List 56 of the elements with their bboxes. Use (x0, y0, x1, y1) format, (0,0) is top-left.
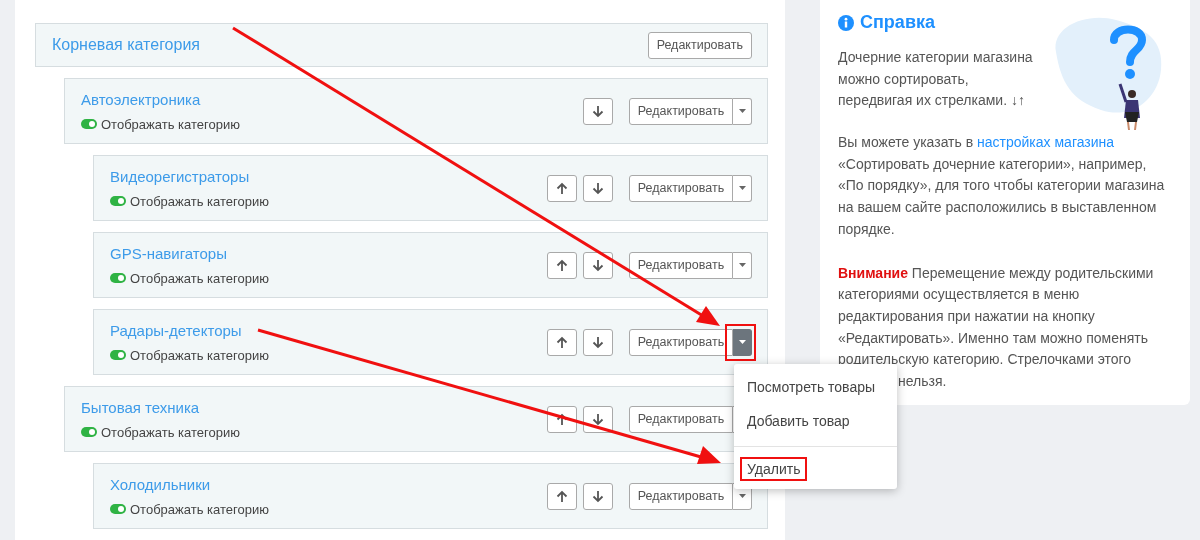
arrow-down-icon (592, 258, 604, 272)
toggle-label: Отображать категорию (130, 347, 269, 363)
edit-button[interactable]: Редактировать (629, 251, 733, 279)
caret-icon (738, 263, 746, 267)
arrow-down-icon (592, 335, 604, 349)
move-up-button[interactable] (547, 482, 577, 510)
visibility-toggle[interactable] (81, 427, 97, 437)
edit-button[interactable]: Редактировать (647, 31, 752, 59)
visibility-toggle[interactable] (110, 350, 126, 360)
menu-item[interactable]: Удалить (740, 456, 808, 481)
edit-button[interactable]: Редактировать (629, 328, 733, 356)
caret-icon (738, 109, 746, 113)
info-icon (838, 14, 854, 31)
caret-icon (738, 340, 746, 344)
move-down-button[interactable] (583, 174, 613, 202)
highlight-frame (725, 323, 756, 361)
arrow-up-icon (556, 335, 568, 349)
edit-button[interactable]: Редактировать (629, 405, 733, 433)
visibility-toggle[interactable] (81, 119, 97, 129)
toggle-label: Отображать категорию (101, 116, 240, 132)
move-up-button[interactable] (547, 251, 577, 279)
caret-icon (738, 186, 746, 190)
arrow-up-icon (556, 258, 568, 272)
toggle-label: Отображать категорию (130, 270, 269, 286)
menu-item[interactable]: Посмотреть товары (740, 371, 883, 402)
arrow-up-icon (556, 489, 568, 503)
toggle-label: Отображать категорию (130, 193, 269, 209)
help-text-fragment: нельзя. (898, 373, 947, 390)
arrow-down-icon (592, 489, 604, 503)
edit-button[interactable]: Редактировать (629, 482, 733, 510)
toggle-label: Отображать категорию (130, 501, 269, 517)
visibility-toggle[interactable] (110, 196, 126, 206)
visibility-toggle[interactable] (110, 273, 126, 283)
move-down-button[interactable] (583, 328, 613, 356)
arrow-down-icon (592, 104, 604, 118)
move-up-button[interactable] (547, 328, 577, 356)
caret-icon (738, 494, 746, 498)
move-down-button[interactable] (583, 251, 613, 279)
move-down-button[interactable] (583, 97, 613, 125)
dropdown-toggle-button[interactable] (733, 251, 752, 279)
help-text: Дочерние категории магазина можно сортировать, передвигая их стрелками. ↓↑ (838, 48, 1034, 111)
help-text: Вы можете указать в настройках магазина «Сортировать дочерние категории», например, «По порядку», для того чтобы категории магазина на вашем сайте расположились в выставленном порядке. (838, 133, 1166, 239)
move-up-button[interactable] (547, 174, 577, 202)
dropdown-toggle-button[interactable] (733, 328, 752, 356)
dropdown-toggle-button[interactable] (733, 97, 752, 125)
move-down-button[interactable] (583, 482, 613, 510)
visibility-toggle[interactable] (110, 504, 126, 514)
dropdown-toggle-button[interactable] (733, 174, 752, 202)
arrow-down-icon (592, 181, 604, 195)
arrow-down-icon (592, 412, 604, 426)
edit-button[interactable]: Редактировать (629, 174, 733, 202)
edit-button[interactable]: Редактировать (629, 97, 733, 125)
toggle-label: Отображать категорию (101, 424, 240, 440)
help-title: Справка (860, 12, 935, 33)
menu-item[interactable]: Добавить товар (740, 405, 857, 436)
arrow-up-icon (556, 181, 568, 195)
